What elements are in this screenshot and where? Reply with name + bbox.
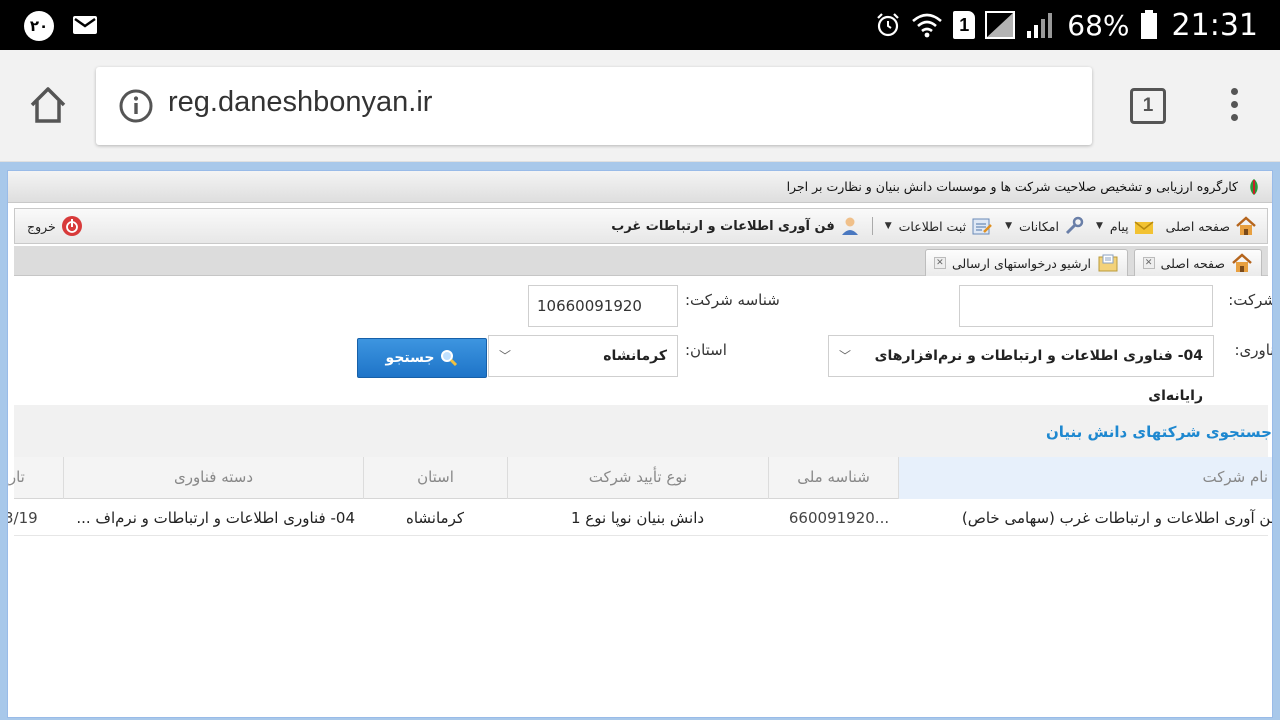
no-signal-icon bbox=[985, 11, 1016, 39]
company-name-input[interactable] bbox=[959, 285, 1213, 327]
home-icon[interactable] bbox=[26, 83, 70, 127]
province-select[interactable]: کرمانشاه ﹀ bbox=[488, 335, 678, 377]
province-label: استان: bbox=[685, 341, 727, 359]
column-header-date[interactable]: تاریخ bbox=[8, 457, 63, 499]
technology-select[interactable]: 04- فناوری اطلاعات و ارتباطات و نرم‌افزا… bbox=[828, 335, 1214, 404]
clock: 21:31 bbox=[1171, 7, 1258, 43]
power-icon bbox=[61, 216, 82, 236]
web-page: کارگروه ارزیابی و تشخیص صلاحیت شرکت ها و… bbox=[0, 162, 1280, 720]
main-toolbar: صفحه اصلی پیام ▼ امکانات ▼ ثبت اطلاعات ▼… bbox=[14, 208, 1268, 244]
toolbar-user-label: فن آوری اطلاعات و ارتباطات غرب bbox=[611, 218, 835, 234]
column-header-type[interactable]: نوع تأیید شرکت bbox=[507, 457, 768, 499]
results-section-header: جستجوی شرکتهای دانش بنیان bbox=[14, 405, 1272, 457]
home-icon bbox=[1232, 253, 1252, 272]
results-section-title: جستجوی شرکتهای دانش بنیان bbox=[1045, 423, 1272, 441]
iran-emblem-icon bbox=[1250, 178, 1258, 195]
mail-icon bbox=[73, 16, 97, 34]
table-row[interactable]: فن آوری اطلاعات و ارتباطات غرب (سهامی خا… bbox=[8, 500, 1272, 536]
search-icon bbox=[441, 350, 458, 367]
app-header: کارگروه ارزیابی و تشخیص صلاحیت شرکت ها و… bbox=[8, 171, 1272, 203]
tab-archive-label: ارشیو درخواستهای ارسالی bbox=[951, 255, 1091, 271]
tab-home-label: صفحه اصلی bbox=[1160, 255, 1225, 271]
message-icon bbox=[1134, 221, 1154, 234]
address-bar[interactable]: reg.daneshbonyan.ir bbox=[96, 67, 1092, 145]
column-header-name[interactable]: نام شرکت bbox=[898, 457, 1272, 499]
technology-label: فناوری: bbox=[1234, 341, 1272, 359]
cell-category: 04- فناوری اطلاعات و ارتباطات و نرم‌اف .… bbox=[76, 509, 355, 527]
toolbar-features-menu[interactable]: امکانات ▼ bbox=[1001, 216, 1088, 236]
search-button[interactable]: جستجو bbox=[357, 338, 487, 378]
cell-national-id: ...660091920 bbox=[788, 509, 890, 527]
alarm-icon bbox=[877, 13, 900, 37]
wrench-icon bbox=[1065, 216, 1084, 235]
info-icon[interactable] bbox=[118, 88, 154, 124]
toolbar-separator bbox=[871, 217, 873, 235]
province-select-value: کرمانشاه bbox=[603, 348, 667, 364]
user-icon bbox=[841, 217, 858, 235]
battery-icon bbox=[1140, 10, 1157, 39]
dropdown-arrow-icon: ▼ bbox=[884, 221, 892, 231]
close-icon[interactable]: ✕ bbox=[1142, 257, 1155, 269]
tab-strip: صفحه اصلی ✕ ارشیو درخواستهای ارسالی ✕ bbox=[14, 246, 1268, 276]
signal-icon bbox=[1027, 13, 1053, 38]
app-title: کارگروه ارزیابی و تشخیص صلاحیت شرکت ها و… bbox=[786, 179, 1238, 194]
toolbar-message-menu[interactable]: پیام ▼ bbox=[1092, 217, 1158, 235]
search-form: شرکت: شناسه شرکت: 10660091920 فناوری: 04… bbox=[14, 277, 1272, 405]
tab-switcher-button[interactable]: 1 bbox=[1130, 88, 1166, 124]
home-icon bbox=[1236, 216, 1256, 235]
battery-percent: 68% bbox=[1067, 8, 1130, 42]
exit-label: خروج bbox=[27, 218, 56, 234]
folder-list-icon bbox=[1098, 254, 1118, 272]
cell-company-name: فن آوری اطلاعات و ارتباطات غرب (سهامی خا… bbox=[961, 509, 1273, 527]
sim-icon: 1 bbox=[953, 11, 976, 39]
exit-button[interactable]: خروج bbox=[27, 209, 83, 243]
chevron-down-icon: ﹀ bbox=[499, 349, 512, 363]
company-id-label: شناسه شرکت: bbox=[685, 291, 780, 309]
dropdown-arrow-icon: ▼ bbox=[1005, 221, 1012, 231]
toolbar-home-label: صفحه اصلی bbox=[1165, 218, 1230, 234]
column-header-province[interactable]: استان bbox=[363, 457, 507, 499]
toolbar-register-menu[interactable]: ثبت اطلاعات ▼ bbox=[881, 216, 997, 236]
url-text[interactable]: reg.daneshbonyan.ir bbox=[168, 86, 432, 119]
company-id-input[interactable]: 10660091920 bbox=[528, 285, 678, 327]
toolbar-user[interactable]: فن آوری اطلاعات و ارتباطات غرب bbox=[607, 216, 863, 236]
browser-toolbar: reg.daneshbonyan.ir 1 bbox=[0, 50, 1280, 162]
toolbar-register-label: ثبت اطلاعات bbox=[898, 218, 967, 234]
results-grid-header: نام شرکت شناسه ملی نوع تأیید شرکت استان … bbox=[8, 457, 1272, 499]
cell-approval-type: دانش بنیان نوپا نوع 1 bbox=[570, 509, 705, 527]
close-icon[interactable]: ✕ bbox=[933, 257, 946, 269]
toolbar-home[interactable]: صفحه اصلی bbox=[1162, 216, 1261, 236]
form-edit-icon bbox=[972, 218, 992, 235]
company-name-label: شرکت: bbox=[1228, 291, 1273, 309]
dropdown-arrow-icon: ▼ bbox=[1095, 221, 1103, 231]
overflow-menu-icon[interactable] bbox=[1226, 88, 1242, 128]
android-status-bar: ۲۰ 1 68% 21:31 bbox=[0, 0, 1280, 50]
toolbar-message-label: پیام bbox=[1109, 218, 1129, 234]
tab-home[interactable]: صفحه اصلی ✕ bbox=[1133, 249, 1262, 276]
tab-archive[interactable]: ارشیو درخواستهای ارسالی ✕ bbox=[924, 249, 1128, 276]
notification-badge: ۲۰ bbox=[24, 11, 54, 41]
toolbar-features-label: امکانات bbox=[1019, 218, 1059, 234]
wifi-icon bbox=[912, 13, 943, 38]
app-frame: کارگروه ارزیابی و تشخیص صلاحیت شرکت ها و… bbox=[7, 170, 1273, 718]
column-header-national-id[interactable]: شناسه ملی bbox=[768, 457, 898, 499]
cell-province: کرمانشاه bbox=[405, 509, 464, 527]
results-grid-body bbox=[14, 537, 1268, 717]
column-header-category[interactable]: دسته فناوری bbox=[63, 457, 363, 499]
cell-date: 3/19 bbox=[7, 509, 38, 527]
technology-select-value: 04- فناوری اطلاعات و ارتباطات و نرم‌افزا… bbox=[874, 348, 1203, 404]
chevron-down-icon: ﹀ bbox=[839, 349, 852, 363]
search-button-label: جستجو bbox=[385, 350, 435, 366]
